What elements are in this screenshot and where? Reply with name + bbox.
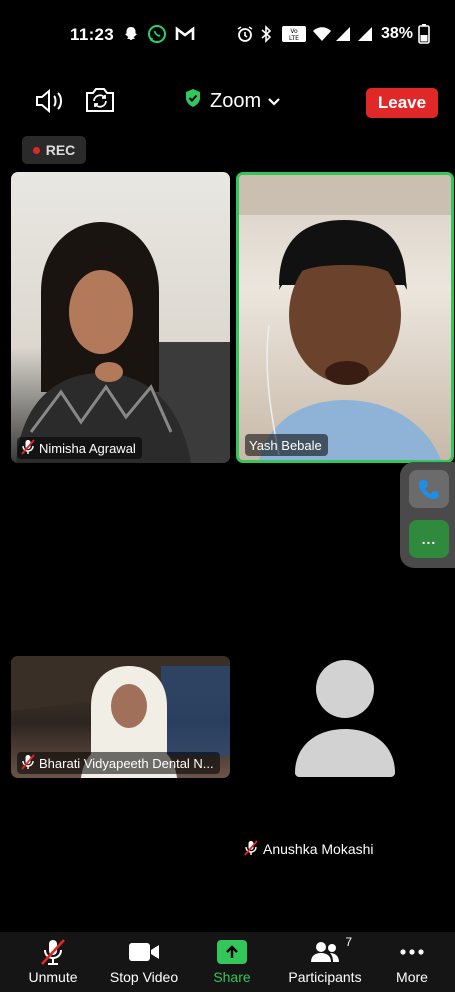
- stop-video-label: Stop Video: [109, 969, 179, 985]
- more-label: More: [396, 969, 428, 985]
- meeting-title-dropdown[interactable]: Zoom: [184, 88, 281, 114]
- phone-icon: [419, 480, 439, 499]
- video-tile-participant-4[interactable]: [236, 656, 454, 836]
- mic-muted-icon: [21, 438, 35, 458]
- recording-label: REC: [45, 142, 76, 158]
- recording-dot-icon: [32, 146, 40, 154]
- wifi-icon: [312, 24, 332, 44]
- share-arrow-icon: [217, 940, 247, 964]
- alarm-icon: [236, 24, 254, 44]
- bluetooth-icon: [260, 24, 272, 44]
- share-label: Share: [213, 969, 251, 985]
- participant-name-tag: Yash Bebale: [245, 434, 328, 456]
- mic-muted-icon: [21, 753, 35, 773]
- video-tile-participant-2[interactable]: Yash Bebale: [236, 172, 454, 463]
- signal-icon: [334, 24, 352, 44]
- participant-name: Yash Bebale: [249, 437, 322, 453]
- share-button[interactable]: Share: [206, 932, 258, 992]
- mic-muted-icon: [41, 939, 65, 965]
- leave-button[interactable]: Leave: [366, 88, 438, 118]
- shield-check-icon: [184, 88, 202, 114]
- status-bar: 11:23 Vo LTE 38%: [0, 0, 455, 64]
- volte-icon: Vo LTE: [281, 24, 307, 44]
- snapchat-icon: [122, 24, 140, 44]
- participants-label: Participants: [288, 969, 362, 985]
- participants-icon: [311, 942, 339, 962]
- recording-badge: REC: [22, 136, 86, 164]
- participant-name-tag: Bharati Vidyapeeth Dental N...: [17, 752, 220, 774]
- participant-name-tag: Nimisha Agrawal: [17, 437, 142, 459]
- participant-name: Nimisha Agrawal: [39, 440, 136, 456]
- video-tile-participant-3[interactable]: Bharati Vidyapeeth Dental N...: [11, 656, 230, 778]
- status-time: 11:23: [70, 25, 115, 44]
- switch-camera-icon[interactable]: [84, 86, 116, 119]
- chevron-down-icon: [267, 90, 281, 113]
- unmute-label: Unmute: [28, 969, 78, 985]
- participant-video-feed: [16, 222, 230, 463]
- meeting-top-bar: Zoom Leave: [0, 80, 455, 124]
- mic-muted-icon: [244, 839, 258, 859]
- battery-icon: [418, 24, 430, 44]
- default-avatar-icon: [295, 660, 395, 777]
- more-button[interactable]: More: [388, 932, 436, 992]
- speaker-icon[interactable]: [34, 88, 66, 119]
- battery-percent: 38%: [381, 25, 414, 42]
- stop-video-button[interactable]: Stop Video: [104, 932, 184, 992]
- unmute-button[interactable]: Unmute: [22, 932, 84, 992]
- phone-button[interactable]: [409, 470, 449, 508]
- svg-text:Vo: Vo: [290, 28, 298, 35]
- participant-name: Bharati Vidyapeeth Dental N...: [39, 755, 214, 771]
- video-camera-icon: [129, 943, 159, 961]
- video-tile-participant-1[interactable]: Nimisha Agrawal: [11, 172, 230, 463]
- svg-text:LTE: LTE: [289, 35, 299, 42]
- meeting-title: Zoom: [210, 89, 262, 112]
- gmail-m-icon: [175, 24, 195, 44]
- participant-name: Anushka Mokashi: [263, 841, 374, 857]
- signal-icon-2: [356, 24, 374, 44]
- participants-count: 7: [345, 935, 352, 949]
- participants-button[interactable]: 7 Participants: [280, 932, 370, 992]
- meeting-toolbar: Unmute Stop Video Share 7 Participants M…: [0, 932, 455, 992]
- participant-video-feed: [239, 175, 451, 460]
- whatsapp-icon: [147, 24, 167, 44]
- floating-tools-panel: ...: [400, 462, 455, 568]
- participant-name-tag: Anushka Mokashi: [244, 838, 374, 860]
- more-dots-icon: [400, 949, 424, 955]
- more-options-button[interactable]: ...: [409, 520, 449, 558]
